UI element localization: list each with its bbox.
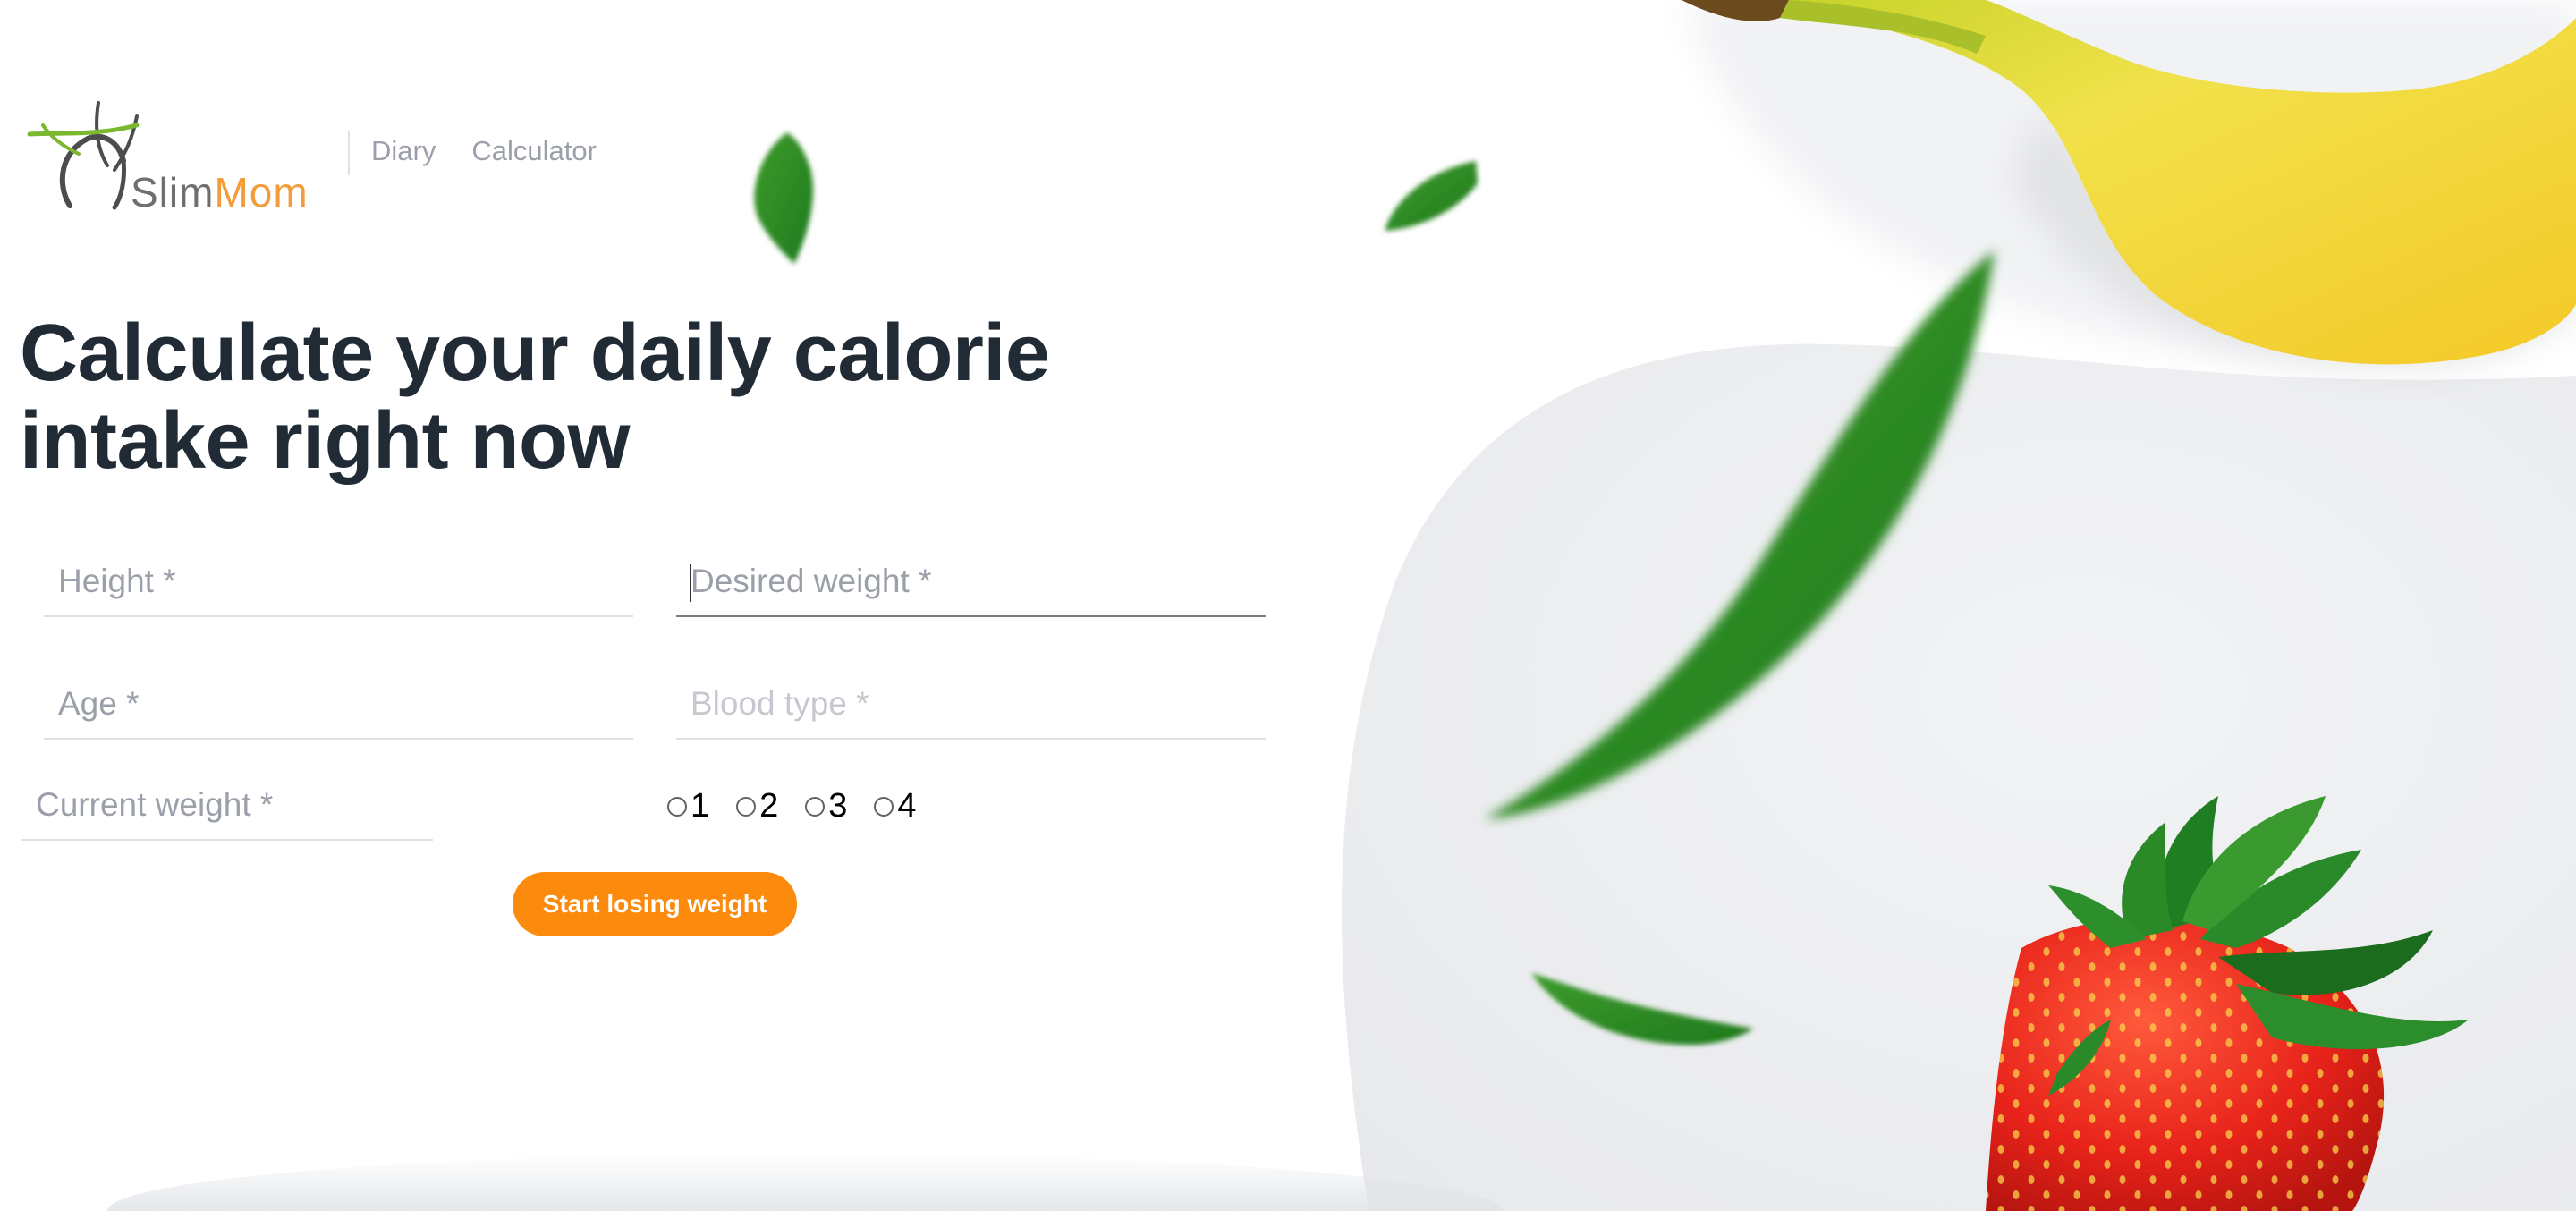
- logo[interactable]: SlimMom: [25, 98, 334, 216]
- radio-label: 3: [828, 787, 848, 825]
- height-input[interactable]: [44, 547, 633, 615]
- logo-text-slim: Slim: [131, 169, 215, 216]
- start-losing-weight-button[interactable]: Start losing weight: [513, 872, 797, 936]
- nav-divider: [348, 131, 350, 175]
- blood-type-radio-2[interactable]: 2: [736, 787, 778, 826]
- blood-type-underline: [676, 738, 1266, 740]
- nav-link-calculator[interactable]: Calculator: [471, 135, 597, 167]
- height-underline: [44, 615, 633, 617]
- height-field-group: [44, 547, 633, 617]
- main-nav: Diary Calculator: [371, 135, 597, 167]
- radio-label: 2: [759, 787, 779, 825]
- radio-circle[interactable]: [805, 796, 826, 817]
- radio-circle[interactable]: [736, 796, 757, 817]
- age-underline: [44, 738, 633, 740]
- background-blob: [1342, 343, 2576, 1211]
- desired-weight-field-group: [676, 547, 1266, 617]
- nav-link-diary[interactable]: Diary: [371, 135, 436, 167]
- text-caret: [690, 564, 691, 602]
- radio-label: 1: [691, 787, 710, 825]
- blood-type-radio-1[interactable]: 1: [667, 787, 709, 826]
- age-field-group: [44, 670, 633, 740]
- radio-label: 4: [897, 787, 917, 825]
- current-weight-underline: [21, 839, 433, 841]
- desired-weight-input[interactable]: [676, 547, 1266, 615]
- leaf-image: [1385, 161, 1478, 231]
- blood-type-field-group: [676, 670, 1266, 740]
- blood-type-radio-3[interactable]: 3: [805, 787, 847, 826]
- logo-text-mom: Mom: [214, 169, 309, 216]
- radio-circle[interactable]: [874, 796, 894, 817]
- radio-circle[interactable]: [667, 796, 687, 817]
- current-weight-field-group: [21, 771, 433, 841]
- age-input[interactable]: [44, 670, 633, 738]
- logo-text: SlimMom: [131, 168, 309, 216]
- current-weight-input[interactable]: [21, 771, 433, 839]
- page-title: Calculate your daily calorie intake righ…: [20, 309, 1050, 486]
- blood-type-radio-group: 1 2 3 4: [667, 787, 917, 826]
- blood-type-input[interactable]: [676, 670, 1266, 738]
- header: SlimMom Diary Calculator: [0, 0, 984, 233]
- blood-type-radio-4[interactable]: 4: [874, 787, 917, 826]
- desired-weight-underline: [676, 615, 1266, 617]
